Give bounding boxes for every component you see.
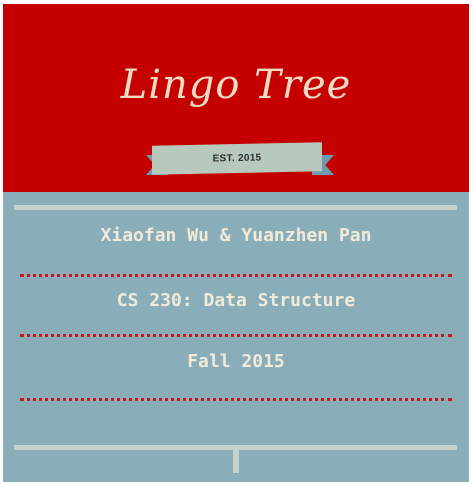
established-label: EST. 2015 <box>212 152 262 165</box>
logo-text: Lingo Tree <box>120 62 352 108</box>
title-card: Lingo Tree EST. 2015 Xiaofan Wu & Yuanzh… <box>3 4 469 482</box>
dotted-divider <box>20 274 452 277</box>
info-panel: Xiaofan Wu & Yuanzhen Pan CS 230: Data S… <box>3 192 469 482</box>
established-ribbon: EST. 2015 <box>152 142 322 175</box>
header-banner: Lingo Tree EST. 2015 <box>3 4 469 192</box>
dotted-divider <box>20 334 452 337</box>
term-text: Fall 2015 <box>187 351 285 372</box>
authors-text: Xiaofan Wu & Yuanzhen Pan <box>100 225 372 246</box>
dotted-divider <box>20 398 452 401</box>
course-text: CS 230: Data Structure <box>116 290 356 311</box>
center-post <box>233 445 239 473</box>
top-rail <box>14 205 457 210</box>
